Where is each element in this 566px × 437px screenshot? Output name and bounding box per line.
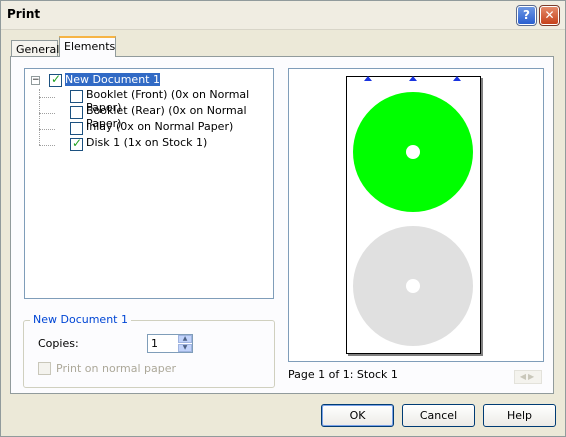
marker-icon [453, 76, 461, 81]
print-normal-checkbox[interactable] [38, 362, 51, 375]
tree-item-inlay[interactable]: Inlay (0x on Normal Paper) [86, 120, 233, 133]
elements-tree[interactable]: − ✓ New Document 1 Booklet (Front) (0x o… [24, 68, 274, 299]
close-icon: ✕ [544, 8, 555, 22]
copies-value[interactable]: 1 [151, 337, 158, 350]
ok-button[interactable]: OK [321, 404, 394, 427]
tree-line [39, 113, 55, 114]
help-button[interactable]: Help [483, 404, 556, 427]
page-scroll[interactable]: ◀▶ [514, 370, 542, 384]
tree-item-disk[interactable]: Disk 1 (1x on Stock 1) [86, 136, 207, 149]
copies-label: Copies: [38, 337, 79, 350]
title-bar: Print ? ✕ [1, 1, 565, 30]
tree-item-new-document[interactable]: New Document 1 [64, 72, 161, 87]
disc-hole [406, 145, 420, 159]
tree-line [39, 145, 55, 146]
tab-elements[interactable]: Elements [59, 36, 116, 57]
booklet-rear-checkbox[interactable] [70, 106, 83, 119]
booklet-front-checkbox[interactable] [70, 90, 83, 103]
help-title-button[interactable]: ? [516, 5, 537, 26]
close-button[interactable]: ✕ [539, 5, 560, 26]
tab-general[interactable]: General [11, 40, 59, 56]
root-checkbox[interactable]: ✓ [49, 72, 62, 87]
print-normal-label: Print on normal paper [56, 362, 177, 375]
window-title: Print [7, 7, 41, 21]
marker-icon [364, 76, 372, 81]
cancel-button[interactable]: Cancel [402, 404, 475, 427]
stepper-buttons: ▲ ▼ [178, 335, 192, 352]
disc-hole [406, 279, 420, 293]
question-icon: ? [523, 8, 530, 22]
page-status: Page 1 of 1: Stock 1 [288, 368, 398, 381]
marker-icon [409, 76, 417, 81]
checkmark-icon: ✓ [72, 136, 83, 150]
collapse-icon[interactable]: − [31, 76, 40, 85]
checkmark-icon: ✓ [51, 72, 62, 86]
tree-line [39, 129, 55, 130]
disk-checkbox[interactable]: ✓ [70, 136, 83, 151]
document-settings-group [23, 320, 275, 388]
group-title: New Document 1 [30, 313, 131, 326]
decrement-icon[interactable]: ▼ [178, 344, 192, 352]
tree-line [39, 97, 55, 98]
inlay-checkbox[interactable] [70, 122, 83, 135]
copies-stepper[interactable]: 1 ▲ ▼ [147, 334, 193, 353]
increment-icon[interactable]: ▲ [178, 335, 192, 343]
